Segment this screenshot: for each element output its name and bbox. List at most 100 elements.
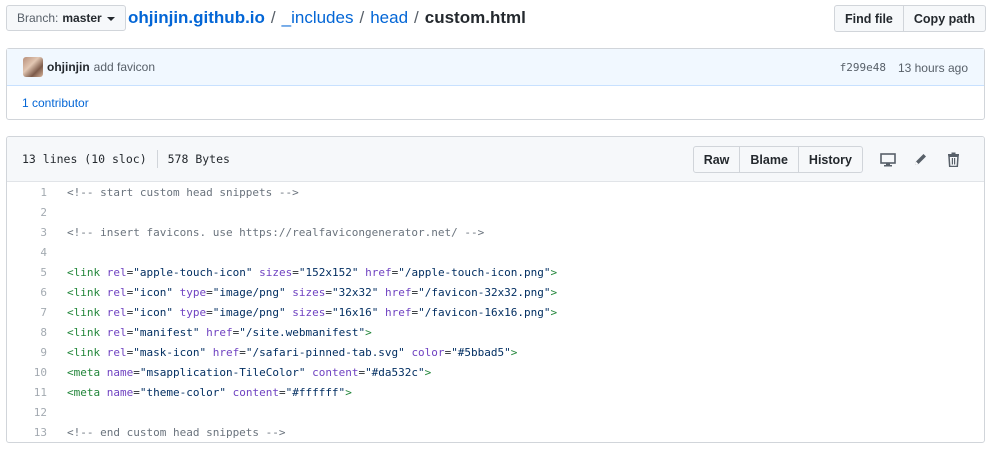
code-token: rel [106, 325, 127, 339]
blame-button[interactable]: Blame [740, 146, 799, 173]
commit-sha-link[interactable]: f299e48 [840, 61, 886, 74]
code-token: > [550, 305, 558, 319]
line-number[interactable]: 9 [7, 346, 47, 359]
code-token: href [212, 345, 240, 359]
commit-time: 13 hours ago [897, 60, 968, 75]
code-token: <!-- end custom head snippets --> [67, 425, 286, 439]
line-content: <link rel="icon" type="image/png" sizes=… [47, 306, 557, 319]
breadcrumb-separator: / [414, 8, 419, 27]
code-line: 7 <link rel="icon" type="image/png" sizes… [7, 302, 984, 322]
breadcrumb: ohjinjin.github.io / _includes / head / … [128, 8, 526, 28]
line-number[interactable]: 5 [7, 266, 47, 279]
line-number[interactable]: 12 [7, 406, 47, 419]
commit-info-box: ohjinjin add favicon f299e48 13 hours ag… [6, 48, 985, 120]
code-token: <meta [67, 385, 107, 399]
line-number[interactable]: 1 [7, 186, 47, 199]
copy-path-button[interactable]: Copy path [903, 5, 986, 32]
code-token: > [510, 345, 518, 359]
avatar[interactable] [23, 57, 43, 77]
breadcrumb-includes-link[interactable]: _includes [282, 8, 354, 28]
line-number[interactable]: 3 [7, 226, 47, 239]
breadcrumb-head-link[interactable]: head [370, 8, 408, 28]
code-token: = [325, 305, 332, 319]
code-line: 8 <link rel="manifest" href="/site.webman… [7, 322, 984, 342]
file-view-buttons: Raw Blame History [692, 146, 863, 173]
code-token: <link [67, 325, 107, 339]
code-token: name [106, 385, 134, 399]
trash-icon[interactable] [937, 147, 970, 173]
line-number[interactable]: 4 [7, 246, 47, 259]
code-token: > [345, 385, 352, 399]
code-line: 2 [7, 202, 984, 222]
code-line: 11 <meta name="theme-color" content="#fff… [7, 382, 984, 402]
code-token: "icon" [133, 285, 173, 299]
code-token: sizes [292, 305, 326, 319]
latest-commit-bar: ohjinjin add favicon f299e48 13 hours ag… [7, 49, 984, 86]
code-token: <link [67, 285, 107, 299]
code-token: "/apple-touch-icon.png" [398, 265, 551, 279]
find-file-button[interactable]: Find file [833, 5, 904, 32]
raw-button[interactable]: Raw [692, 146, 741, 173]
code-token: rel [106, 305, 127, 319]
code-token: <!-- insert favicons. use https://realfa… [67, 225, 485, 239]
code-token: = [278, 385, 286, 399]
code-token: "apple-touch-icon" [133, 265, 253, 279]
code-token: = [206, 305, 213, 319]
line-number[interactable]: 10 [7, 366, 47, 379]
line-content: <!-- start custom head snippets --> [47, 186, 299, 199]
code-line: 9 <link rel="mask-icon" href="/safari-pin… [7, 342, 984, 362]
line-number[interactable]: 13 [7, 426, 47, 439]
breadcrumb-file-name: custom.html [424, 8, 526, 27]
file-navigation-buttons: Find file Copy path [833, 5, 986, 32]
commit-author-link[interactable]: ohjinjin [47, 60, 90, 74]
code-token: rel [106, 265, 127, 279]
branch-selector-button[interactable]: Branch: master [6, 5, 126, 31]
desktop-icon[interactable] [871, 147, 904, 173]
code-token: "/favicon-16x16.png" [418, 305, 551, 319]
line-number[interactable]: 11 [7, 386, 47, 399]
code-token: <link [67, 265, 107, 279]
code-token: "manifest" [133, 325, 200, 339]
line-number[interactable]: 6 [7, 286, 47, 299]
code-token: rel [106, 285, 127, 299]
commit-message-link[interactable]: add favicon [94, 60, 155, 74]
code-line: 13 <!-- end custom head snippets --> [7, 422, 984, 442]
code-token: = [206, 285, 213, 299]
code-token: <!-- start custom head snippets --> [67, 185, 299, 199]
code-body: 1 <!-- start custom head snippets --> 2 3 <!… [7, 182, 984, 442]
pencil-icon[interactable] [904, 147, 937, 173]
line-number[interactable]: 8 [7, 326, 47, 339]
breadcrumb-separator: / [359, 8, 365, 27]
code-token: color [411, 345, 445, 359]
code-token: "/favicon-32x32.png" [418, 285, 551, 299]
code-token: <link [67, 345, 107, 359]
contributors-link[interactable]: 1 contributor [7, 86, 984, 120]
code-token: > [365, 325, 372, 339]
line-number[interactable]: 7 [7, 306, 47, 319]
code-token: "/safari-pinned-tab.svg" [245, 345, 405, 359]
code-token: "#ffffff" [285, 385, 346, 399]
line-content: <link rel="apple-touch-icon" sizes="152x… [47, 266, 557, 279]
breadcrumb-repo-link[interactable]: ohjinjin.github.io [128, 8, 265, 28]
file-viewer: 13 lines (10 sloc) 578 Bytes Raw Blame H… [6, 136, 985, 443]
code-token: > [550, 285, 558, 299]
code-token: <link [67, 305, 107, 319]
file-line-count: 13 lines (10 sloc) [22, 152, 147, 166]
code-token: href [384, 285, 412, 299]
code-token: href [206, 325, 233, 339]
history-button[interactable]: History [798, 146, 863, 173]
code-line: 4 [7, 242, 984, 262]
file-info: 13 lines (10 sloc) 578 Bytes [22, 137, 230, 181]
code-token: href [365, 265, 392, 279]
code-token: "152x152" [298, 265, 359, 279]
line-content: <meta name="msapplication-TileColor" con… [47, 366, 431, 379]
code-token: > [424, 365, 432, 379]
line-number[interactable]: 2 [7, 206, 47, 219]
file-info-divider [156, 150, 158, 168]
